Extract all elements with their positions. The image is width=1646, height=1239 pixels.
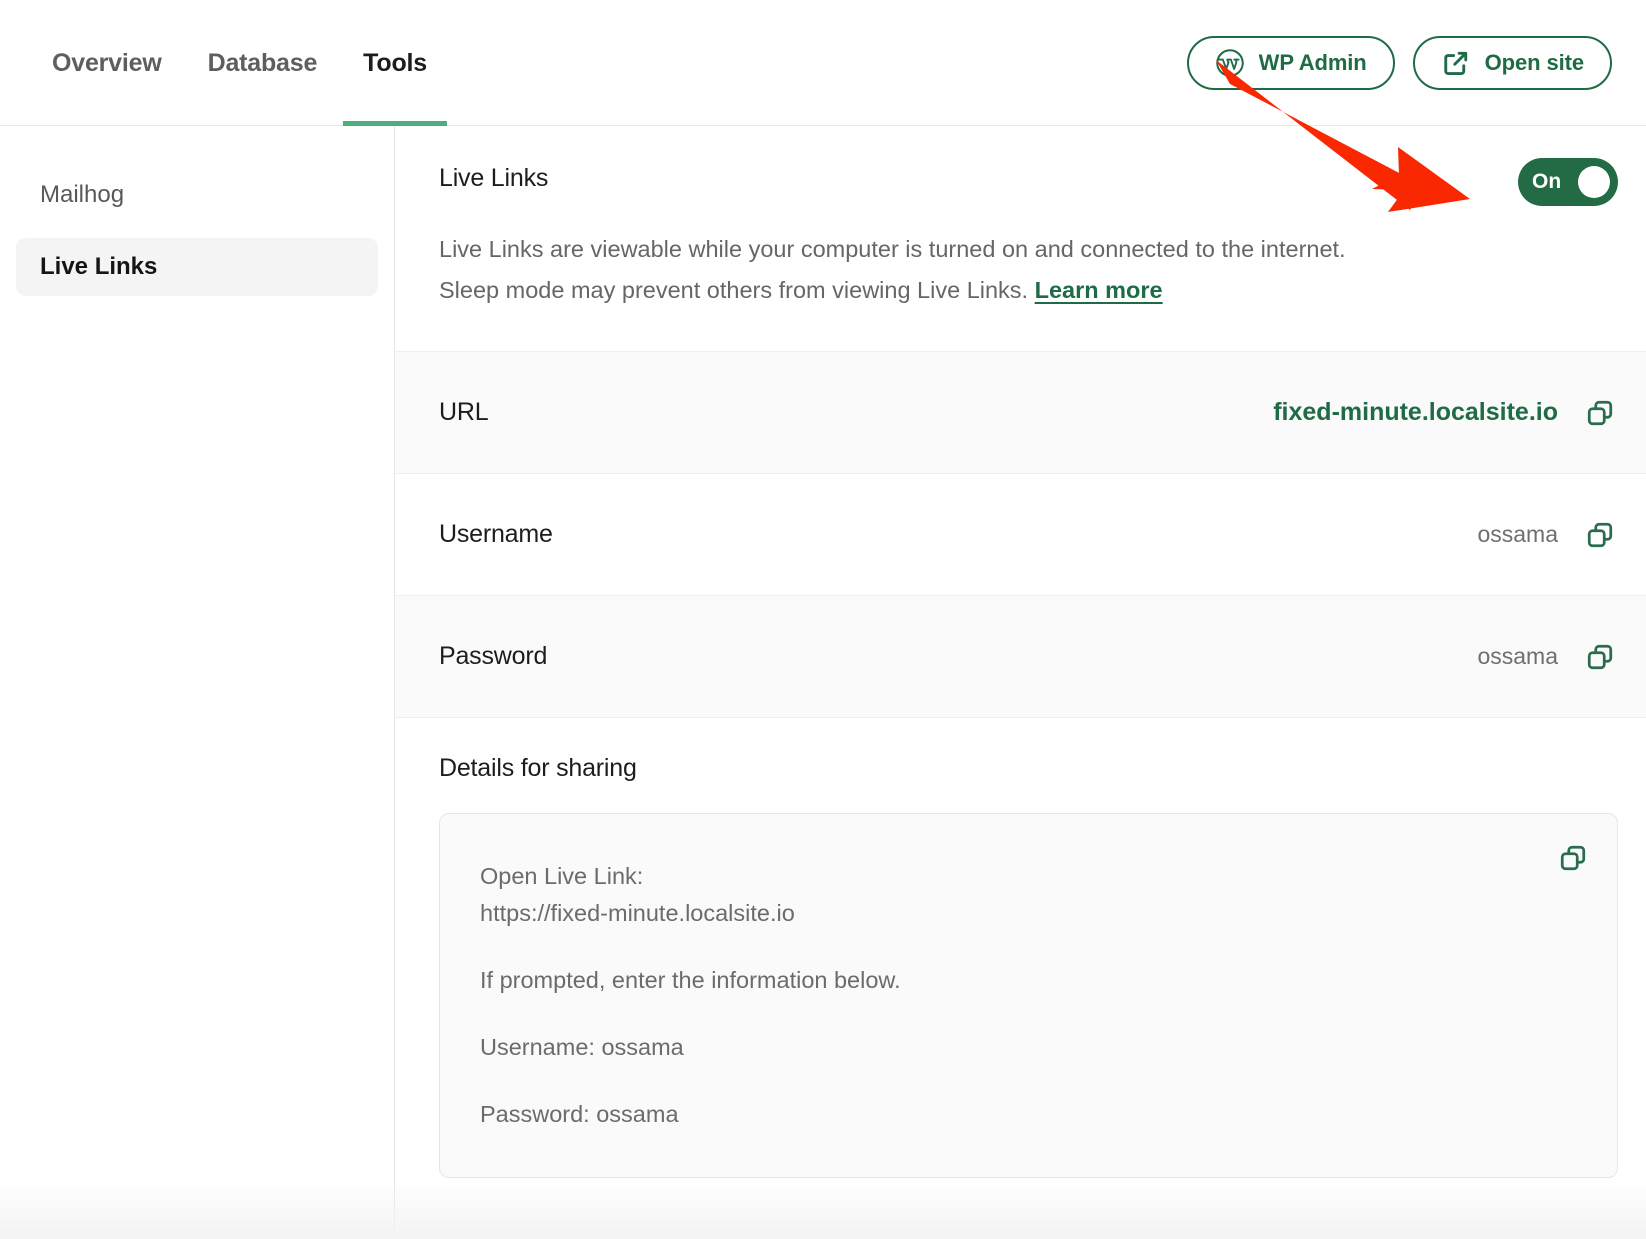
password-value: ossama — [1477, 643, 1558, 669]
copy-password-icon[interactable] — [1582, 639, 1618, 675]
copy-username-icon[interactable] — [1582, 517, 1618, 553]
url-label: URL — [439, 398, 489, 426]
external-link-icon — [1441, 48, 1471, 78]
details-line-prompt: If prompted, enter the information below… — [480, 967, 901, 993]
details-box: Open Live Link: https://fixed-minute.loc… — [439, 813, 1618, 1178]
tab-tools-label: Tools — [363, 48, 427, 77]
tab-overview[interactable]: Overview — [52, 0, 162, 126]
details-for-sharing-section: Details for sharing Open Live Link: http… — [395, 717, 1646, 1178]
page-title: Live Links — [439, 164, 549, 192]
tab-database-label: Database — [207, 48, 318, 77]
live-links-section: Live Links On Live Links are viewable wh… — [395, 126, 1646, 351]
tools-content: Live Links On Live Links are viewable wh… — [395, 126, 1646, 1239]
open-site-button[interactable]: Open site — [1412, 36, 1612, 90]
username-value: ossama — [1477, 521, 1558, 547]
password-value-group: ossama — [1477, 639, 1618, 675]
password-label: Password — [439, 642, 548, 670]
wp-admin-button[interactable]: WP Admin — [1186, 36, 1395, 90]
learn-more-link[interactable]: Learn more — [1035, 277, 1163, 303]
copy-details-icon[interactable] — [1555, 840, 1591, 876]
password-row: Password ossama — [395, 595, 1646, 717]
tab-overview-label: Overview — [52, 48, 162, 77]
toggle-knob — [1578, 166, 1610, 198]
sidebar-item-live-links-label: Live Links — [40, 253, 158, 280]
username-label: Username — [439, 520, 553, 548]
live-links-page: Overview Database Tools WP Admin Open si… — [0, 0, 1646, 1239]
url-row: URL fixed-minute.localsite.io — [395, 351, 1646, 473]
copy-url-icon[interactable] — [1582, 395, 1618, 431]
live-links-description-text: Live Links are viewable while your compu… — [439, 236, 1346, 303]
wordpress-icon — [1215, 48, 1245, 78]
open-site-label: Open site — [1484, 50, 1584, 75]
sidebar-item-mailhog[interactable]: Mailhog — [16, 166, 378, 224]
details-line-open-link: Open Live Link: https://fixed-minute.loc… — [480, 863, 795, 926]
sidebar-item-live-links[interactable]: Live Links — [16, 238, 378, 296]
details-line-password: Password: ossama — [480, 1101, 679, 1127]
live-links-toggle[interactable]: On — [1518, 158, 1618, 206]
username-value-group: ossama — [1477, 517, 1618, 553]
main-tabs: Overview Database Tools — [52, 0, 447, 126]
header-actions: WP Admin Open site — [1186, 0, 1612, 126]
tab-database[interactable]: Database — [208, 0, 318, 126]
username-row: Username ossama — [395, 473, 1646, 595]
url-value[interactable]: fixed-minute.localsite.io — [1273, 398, 1558, 427]
app-header: Overview Database Tools WP Admin Open si… — [0, 0, 1646, 126]
url-value-group: fixed-minute.localsite.io — [1273, 395, 1618, 431]
sidebar-item-mailhog-label: Mailhog — [40, 181, 125, 208]
page-body: Mailhog Live Links Live Links On Live Li… — [0, 126, 1646, 1239]
toggle-state-label: On — [1532, 170, 1562, 193]
details-title: Details for sharing — [439, 754, 637, 782]
tools-sidebar: Mailhog Live Links — [0, 126, 395, 1239]
live-links-description: Live Links are viewable while your compu… — [439, 229, 1389, 311]
details-line-username: Username: ossama — [480, 1034, 684, 1060]
tab-tools[interactable]: Tools — [343, 0, 447, 126]
wp-admin-label: WP Admin — [1258, 50, 1367, 75]
